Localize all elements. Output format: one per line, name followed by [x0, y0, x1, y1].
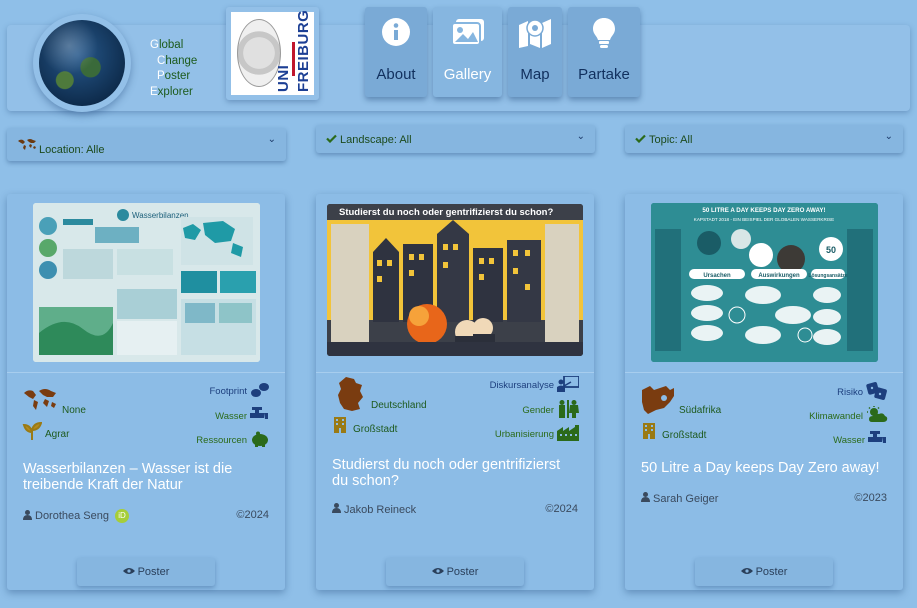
nav-map-button[interactable]: Map: [508, 7, 562, 97]
landscape-label: Großstadt: [353, 424, 398, 435]
location-label: Deutschland: [371, 400, 427, 411]
user-icon: [332, 503, 341, 516]
landscape-filter-dropdown[interactable]: Landscape: All ⌄: [316, 125, 595, 153]
nav-partake-button[interactable]: Partake: [568, 7, 640, 97]
view-poster-button[interactable]: Poster: [386, 558, 524, 586]
poster-title[interactable]: Wasserbilanzen – Wasser ist die treibend…: [23, 461, 269, 493]
poster-card[interactable]: 50 LITRE A DAY KEEPS DAY ZERO AWAY! KAPS…: [625, 194, 903, 590]
presentation-icon: [557, 375, 580, 395]
gender-icon: [557, 400, 579, 421]
poster-card[interactable]: Studierst du noch oder gentrifizierst du…: [316, 194, 594, 590]
poster-title[interactable]: Studierst du noch oder gentrifizierst du…: [332, 457, 578, 489]
industry-icon: [557, 425, 579, 444]
footprint-icon: [250, 382, 270, 401]
view-poster-button[interactable]: Poster: [77, 558, 215, 586]
poster-section-label: Auswirkungen: [758, 273, 800, 279]
landscape-label: Agrar: [45, 429, 70, 440]
user-icon: [641, 492, 650, 505]
info-circle-icon: [365, 17, 427, 49]
view-poster-button[interactable]: Poster: [695, 558, 833, 586]
globe-icon: [39, 20, 125, 106]
chevron-down-icon: ⌄: [267, 134, 276, 145]
country-shape-icon: [640, 384, 676, 419]
eye-icon: [740, 566, 753, 578]
topic-tag[interactable]: Diskursanalyse: [490, 375, 580, 395]
eye-icon: [431, 566, 444, 578]
topic-tag[interactable]: Wasser: [833, 431, 888, 450]
university-logo-text: UNI FREIBURG: [275, 9, 312, 92]
faucet-icon: [250, 407, 270, 426]
author[interactable]: Sarah Geiger: [641, 492, 718, 505]
check-icon: [326, 134, 337, 146]
building-icon: [642, 423, 656, 442]
nav-gallery-button[interactable]: Gallery: [433, 7, 502, 97]
author[interactable]: Jakob Reineck: [332, 503, 416, 516]
poster-thumbnail[interactable]: Studierst du noch oder gentrifizierst du…: [327, 204, 583, 356]
poster-section-label: Lösungsansätze: [808, 273, 847, 279]
poster-heading-text: 50 LITRE A DAY KEEPS DAY ZERO AWAY!: [702, 207, 825, 214]
author[interactable]: Dorothea Seng iD: [23, 509, 129, 523]
poster-card[interactable]: Wasserbilanzen None Agrar Footprint Wass…: [7, 194, 285, 590]
globe-logo[interactable]: [33, 14, 131, 112]
poster-title[interactable]: 50 Litre a Day keeps Day Zero away!: [641, 460, 887, 476]
world-map-icon: [17, 138, 37, 153]
topic-tag[interactable]: Gender: [522, 400, 579, 421]
svg-text:50: 50: [826, 245, 836, 255]
lightbulb-icon: [568, 17, 640, 49]
eye-icon: [122, 566, 135, 578]
images-icon: [433, 17, 502, 49]
map-marker-icon: [508, 17, 562, 49]
topic-tag[interactable]: Risiko: [837, 382, 888, 403]
nav-about-button[interactable]: About: [365, 7, 427, 97]
poster-subheading-text: KAPSTADT 2018 - EIN BEISPIEL DER GLOBALE…: [694, 217, 834, 222]
poster-section-label: Ursachen: [703, 273, 731, 279]
poster-heading-text: Wasserbilanzen: [132, 211, 189, 220]
poster-thumbnail[interactable]: 50 LITRE A DAY KEEPS DAY ZERO AWAY! KAPS…: [651, 203, 878, 362]
piggy-bank-icon: [250, 431, 270, 450]
poster-thumbnail[interactable]: Wasserbilanzen: [33, 203, 260, 362]
year-label: ©2023: [854, 492, 887, 504]
sun-cloud-icon: [866, 406, 888, 427]
topic-tag[interactable]: Wasser: [215, 407, 270, 426]
topic-tag[interactable]: Footprint: [210, 382, 271, 401]
topic-filter-dropdown[interactable]: Topic: All ⌄: [625, 125, 903, 153]
user-icon: [23, 509, 32, 523]
check-icon: [635, 134, 646, 146]
university-logo[interactable]: UNI FREIBURG: [226, 7, 319, 100]
topic-tag[interactable]: Klimawandel: [809, 406, 888, 427]
year-label: ©2024: [236, 509, 269, 521]
location-label: None: [62, 405, 86, 416]
country-shape-icon: [336, 377, 364, 414]
chevron-down-icon: ⌄: [884, 131, 893, 142]
topic-tag[interactable]: Urbanisierung: [495, 425, 579, 444]
dice-icon: [866, 382, 888, 403]
chevron-down-icon: ⌄: [576, 131, 585, 142]
world-map-icon: [22, 387, 58, 414]
location-label: Südafrika: [679, 405, 722, 416]
topic-tag[interactable]: Ressourcen: [196, 431, 270, 450]
landscape-label: Großstadt: [662, 430, 707, 441]
orcid-icon[interactable]: iD: [115, 509, 129, 523]
sprout-icon: [22, 421, 43, 443]
faucet-icon: [868, 431, 888, 450]
poster-heading-text: Studierst du noch oder gentrifizierst du…: [339, 207, 553, 218]
location-filter-dropdown[interactable]: Location: Alle ⌄: [7, 128, 286, 161]
year-label: ©2024: [545, 503, 578, 515]
building-icon: [333, 417, 347, 436]
brand-name[interactable]: Global Change Poster Explorer: [150, 38, 197, 100]
